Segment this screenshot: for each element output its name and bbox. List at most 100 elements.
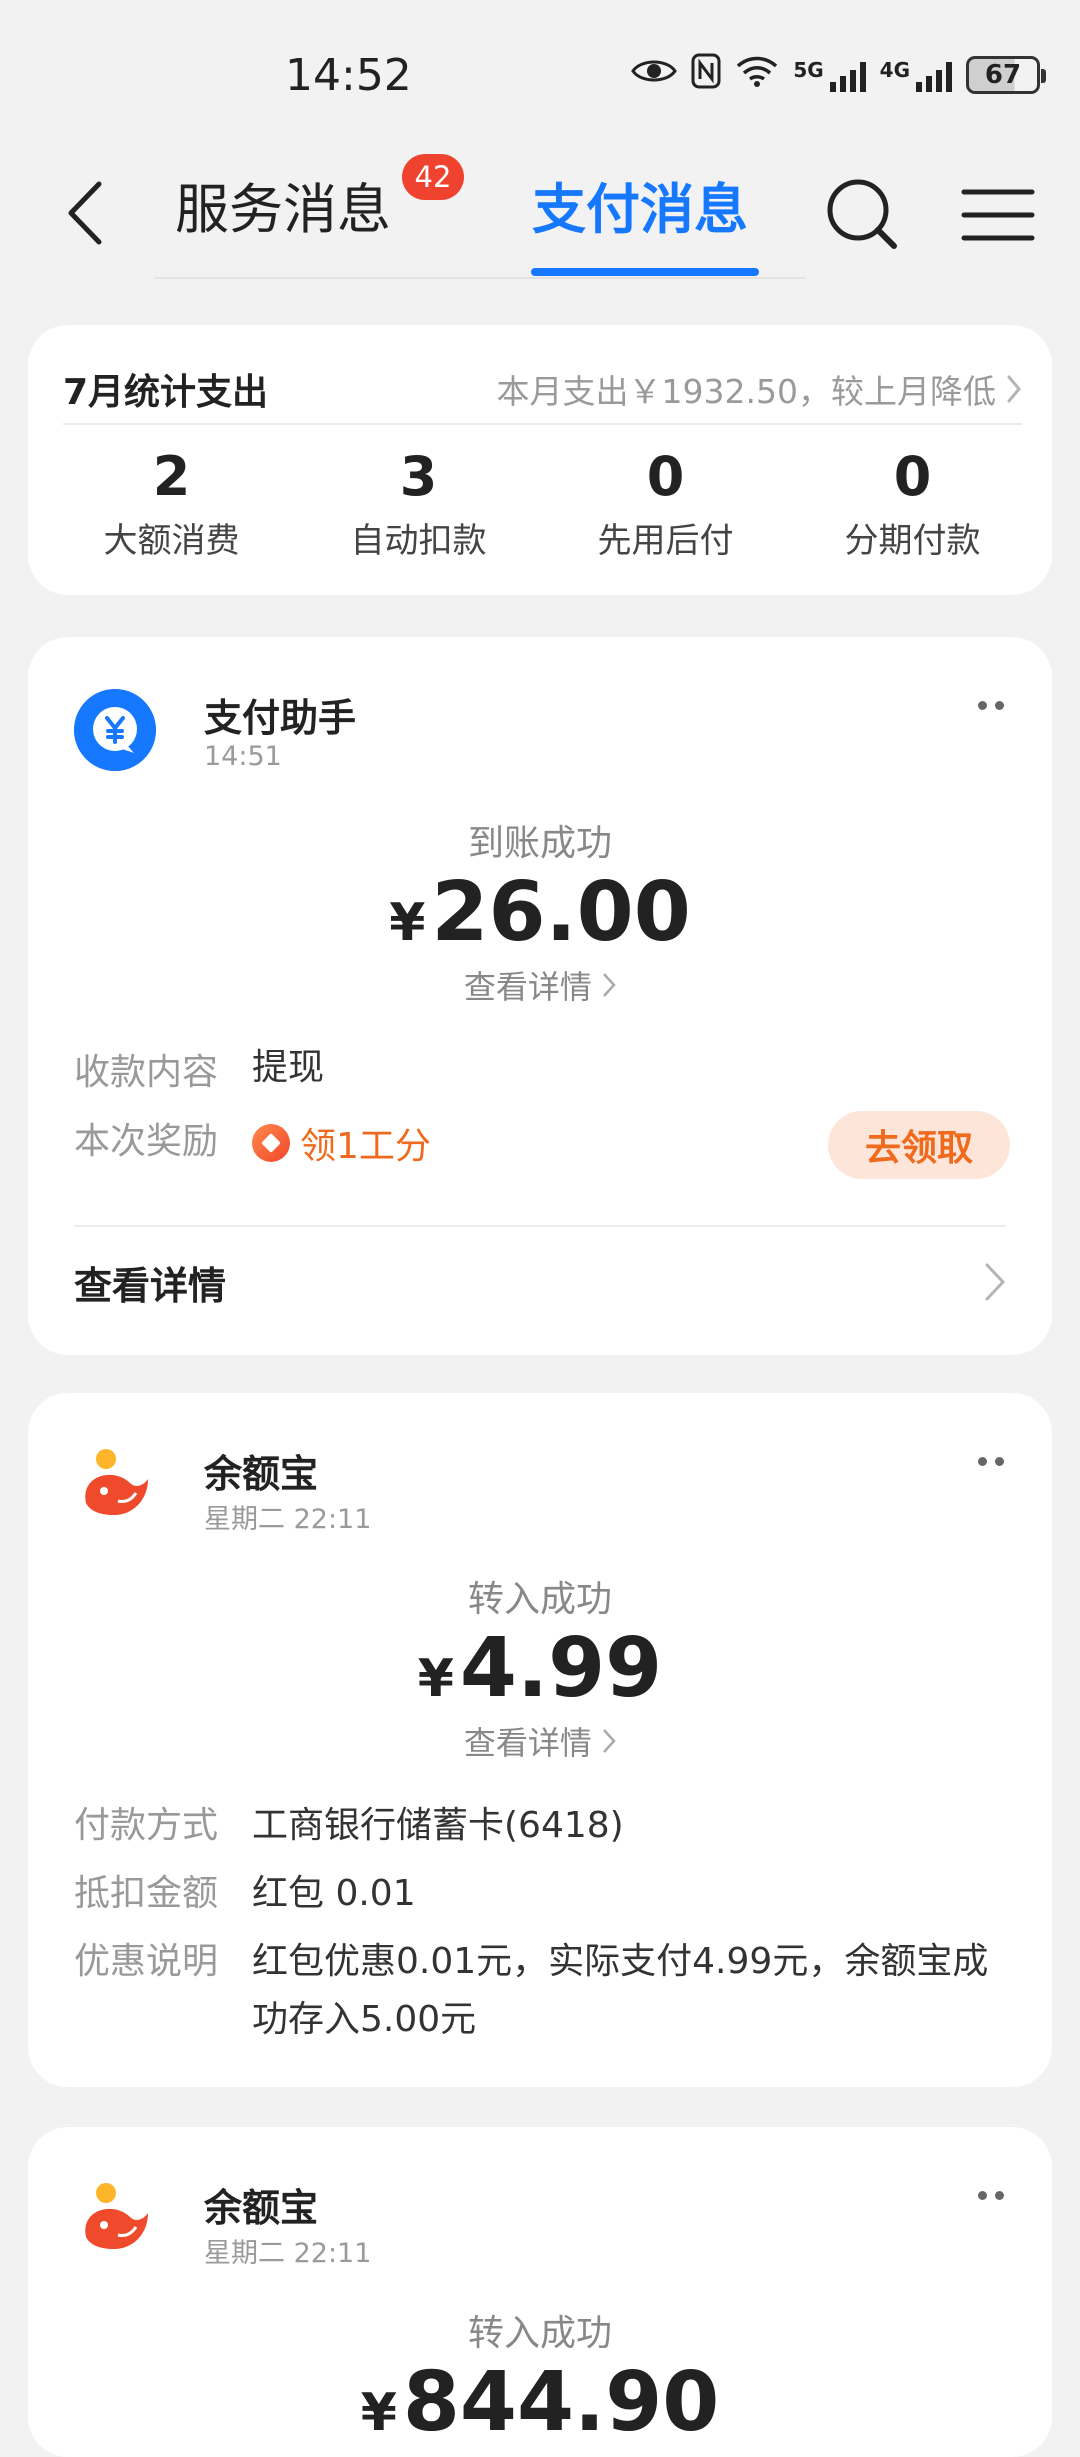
view-details-label: 查看详情 bbox=[463, 968, 592, 1006]
pay-assistant-avatar bbox=[74, 689, 156, 771]
stat-value: 0 bbox=[646, 445, 685, 508]
message-card[interactable]: 余额宝 星期二 22:11 转入成功 ¥844.90 bbox=[28, 2127, 1052, 2457]
yuebao-avatar bbox=[74, 1445, 156, 1527]
stat-large-spending[interactable]: 2 大额消费 bbox=[48, 445, 295, 562]
currency-symbol: ¥ bbox=[389, 893, 426, 953]
row-value: 红包 0.01 bbox=[252, 1873, 416, 1914]
row-value: 工商银行储蓄卡(6418) bbox=[252, 1805, 624, 1846]
message-time: 14:51 bbox=[204, 741, 282, 772]
status-time: 14:52 bbox=[285, 49, 412, 101]
signal-5g-label: 5G bbox=[793, 58, 824, 82]
eye-icon bbox=[631, 55, 678, 95]
info-row: 优惠说明 红包优惠0.01元，实际支付4.99元，余额宝成功存入5.00元 bbox=[74, 1933, 1022, 2049]
battery-level: 67 bbox=[984, 60, 1022, 90]
sender-name: 余额宝 bbox=[204, 1452, 319, 1496]
summary-note[interactable]: 本月支出￥1932.50，较上月降低 bbox=[497, 365, 1022, 413]
transaction-status: 到账成功 bbox=[467, 823, 612, 864]
info-row: 本次奖励 领1工分 bbox=[74, 1117, 431, 1169]
yuebao-avatar bbox=[74, 2179, 156, 2261]
tab-payment-messages[interactable]: 支付消息 bbox=[532, 170, 748, 250]
message-card[interactable]: 支付助手 14:51 到账成功 ¥26.00 查看详情 收款内容 提现 本次奖励… bbox=[28, 637, 1052, 1355]
menu-icon[interactable] bbox=[960, 180, 1036, 250]
view-details-link[interactable]: 查看详情 bbox=[28, 962, 1052, 1008]
signal-4g-label: 4G bbox=[879, 58, 910, 82]
chevron-right-icon bbox=[1007, 375, 1021, 403]
more-icon[interactable] bbox=[978, 1457, 1004, 1466]
stat-installments[interactable]: 0 分期付款 bbox=[789, 445, 1036, 562]
stat-label: 大额消费 bbox=[103, 521, 240, 561]
stat-value: 0 bbox=[893, 445, 932, 508]
sender-name: 余额宝 bbox=[204, 2186, 319, 2230]
view-details-link[interactable]: 查看详情 bbox=[28, 1718, 1052, 1764]
yuebao-logo-icon bbox=[85, 2183, 148, 2249]
message-header: 余额宝 星期二 22:11 bbox=[74, 2177, 1004, 2269]
row-label: 收款内容 bbox=[74, 1052, 219, 1093]
row-label: 本次奖励 bbox=[74, 1121, 219, 1162]
more-icon[interactable] bbox=[978, 701, 1004, 710]
monthly-summary-card: 7月统计支出 本月支出￥1932.50，较上月降低 2 大额消费 3 自动扣款 … bbox=[28, 325, 1052, 595]
yuebao-logo-icon bbox=[85, 1449, 148, 1515]
signal-5g-icon: 5G bbox=[793, 58, 866, 92]
summary-title: 7月统计支出 bbox=[63, 372, 269, 413]
row-label: 优惠说明 bbox=[74, 1941, 219, 1982]
amount-value: 4.99 bbox=[459, 1621, 663, 1716]
tab-service-messages[interactable]: 服务消息 bbox=[175, 170, 391, 250]
view-details-label: 查看详情 bbox=[463, 1724, 592, 1762]
stat-label: 分期付款 bbox=[844, 521, 981, 561]
row-value: 红包优惠0.01元，实际支付4.99元，余额宝成功存入5.00元 bbox=[252, 1941, 989, 2040]
summary-note-text: 本月支出￥1932.50，较上月降低 bbox=[496, 372, 996, 411]
currency-symbol: ¥ bbox=[360, 2383, 397, 2443]
transaction-amount: ¥844.90 bbox=[28, 2355, 1052, 2450]
battery-icon: 67 bbox=[966, 56, 1046, 94]
message-header: 余额宝 星期二 22:11 bbox=[74, 1443, 1004, 1535]
reward-value: 领1工分 bbox=[252, 1117, 431, 1169]
message-header: 支付助手 14:51 bbox=[74, 687, 1004, 777]
message-time: 星期二 22:11 bbox=[204, 1504, 372, 1535]
reward-diamond-icon bbox=[252, 1124, 290, 1162]
row-value: 提现 bbox=[252, 1047, 325, 1088]
view-details-footer[interactable]: 查看详情 bbox=[74, 1237, 1006, 1327]
footer-label: 查看详情 bbox=[74, 1263, 227, 1308]
more-icon[interactable] bbox=[978, 2191, 1004, 2200]
stat-auto-debit[interactable]: 3 自动扣款 bbox=[295, 445, 542, 562]
row-label: 付款方式 bbox=[74, 1805, 219, 1846]
stat-value: 3 bbox=[399, 445, 438, 508]
card-divider bbox=[74, 1225, 1006, 1227]
message-card[interactable]: 余额宝 星期二 22:11 转入成功 ¥4.99 查看详情 付款方式 工商银行储… bbox=[28, 1393, 1052, 2087]
nfc-icon bbox=[691, 53, 721, 97]
status-bar: 14:52 5G 4G 67 bbox=[0, 0, 1080, 150]
sender-name: 支付助手 bbox=[204, 696, 357, 740]
chevron-right-icon bbox=[603, 1729, 616, 1753]
stat-label: 先用后付 bbox=[597, 521, 734, 561]
stat-label: 自动扣款 bbox=[350, 521, 487, 561]
amount-value: 26.00 bbox=[431, 865, 691, 960]
tab-payment-label: 支付消息 bbox=[532, 178, 748, 241]
stat-value: 2 bbox=[152, 445, 191, 508]
active-tab-indicator bbox=[531, 268, 759, 276]
transaction-amount: ¥4.99 bbox=[28, 1621, 1052, 1716]
info-row: 付款方式 工商银行储蓄卡(6418) bbox=[74, 1797, 1022, 1855]
chevron-left-icon[interactable] bbox=[50, 178, 120, 248]
tab-divider bbox=[155, 277, 805, 279]
row-label: 抵扣金额 bbox=[74, 1873, 219, 1914]
transaction-amount: ¥26.00 bbox=[28, 865, 1052, 960]
amount-value: 844.90 bbox=[402, 2355, 720, 2450]
summary-header[interactable]: 7月统计支出 本月支出￥1932.50，较上月降低 bbox=[63, 355, 1022, 425]
claim-reward-button[interactable]: 去领取 bbox=[828, 1111, 1010, 1179]
unread-badge: 42 bbox=[402, 154, 464, 200]
signal-4g-icon: 4G bbox=[880, 58, 952, 92]
top-nav: 服务消息 42 支付消息 bbox=[0, 150, 1080, 280]
reward-text: 领1工分 bbox=[300, 1126, 431, 1167]
message-time: 星期二 22:11 bbox=[204, 2238, 372, 2269]
search-icon[interactable] bbox=[822, 174, 902, 254]
info-row: 抵扣金额 红包 0.01 bbox=[74, 1865, 1022, 1923]
info-row: 收款内容 提现 bbox=[74, 1043, 1022, 1095]
yen-bubble-icon bbox=[74, 689, 156, 771]
currency-symbol: ¥ bbox=[417, 1649, 454, 1709]
chevron-right-icon bbox=[985, 1263, 1006, 1301]
chevron-right-icon bbox=[603, 973, 616, 997]
stat-pay-later[interactable]: 0 先用后付 bbox=[542, 445, 789, 562]
transaction-status: 转入成功 bbox=[467, 2313, 612, 2354]
transaction-status: 转入成功 bbox=[467, 1579, 612, 1620]
summary-stats: 2 大额消费 3 自动扣款 0 先用后付 0 分期付款 bbox=[28, 445, 1052, 562]
